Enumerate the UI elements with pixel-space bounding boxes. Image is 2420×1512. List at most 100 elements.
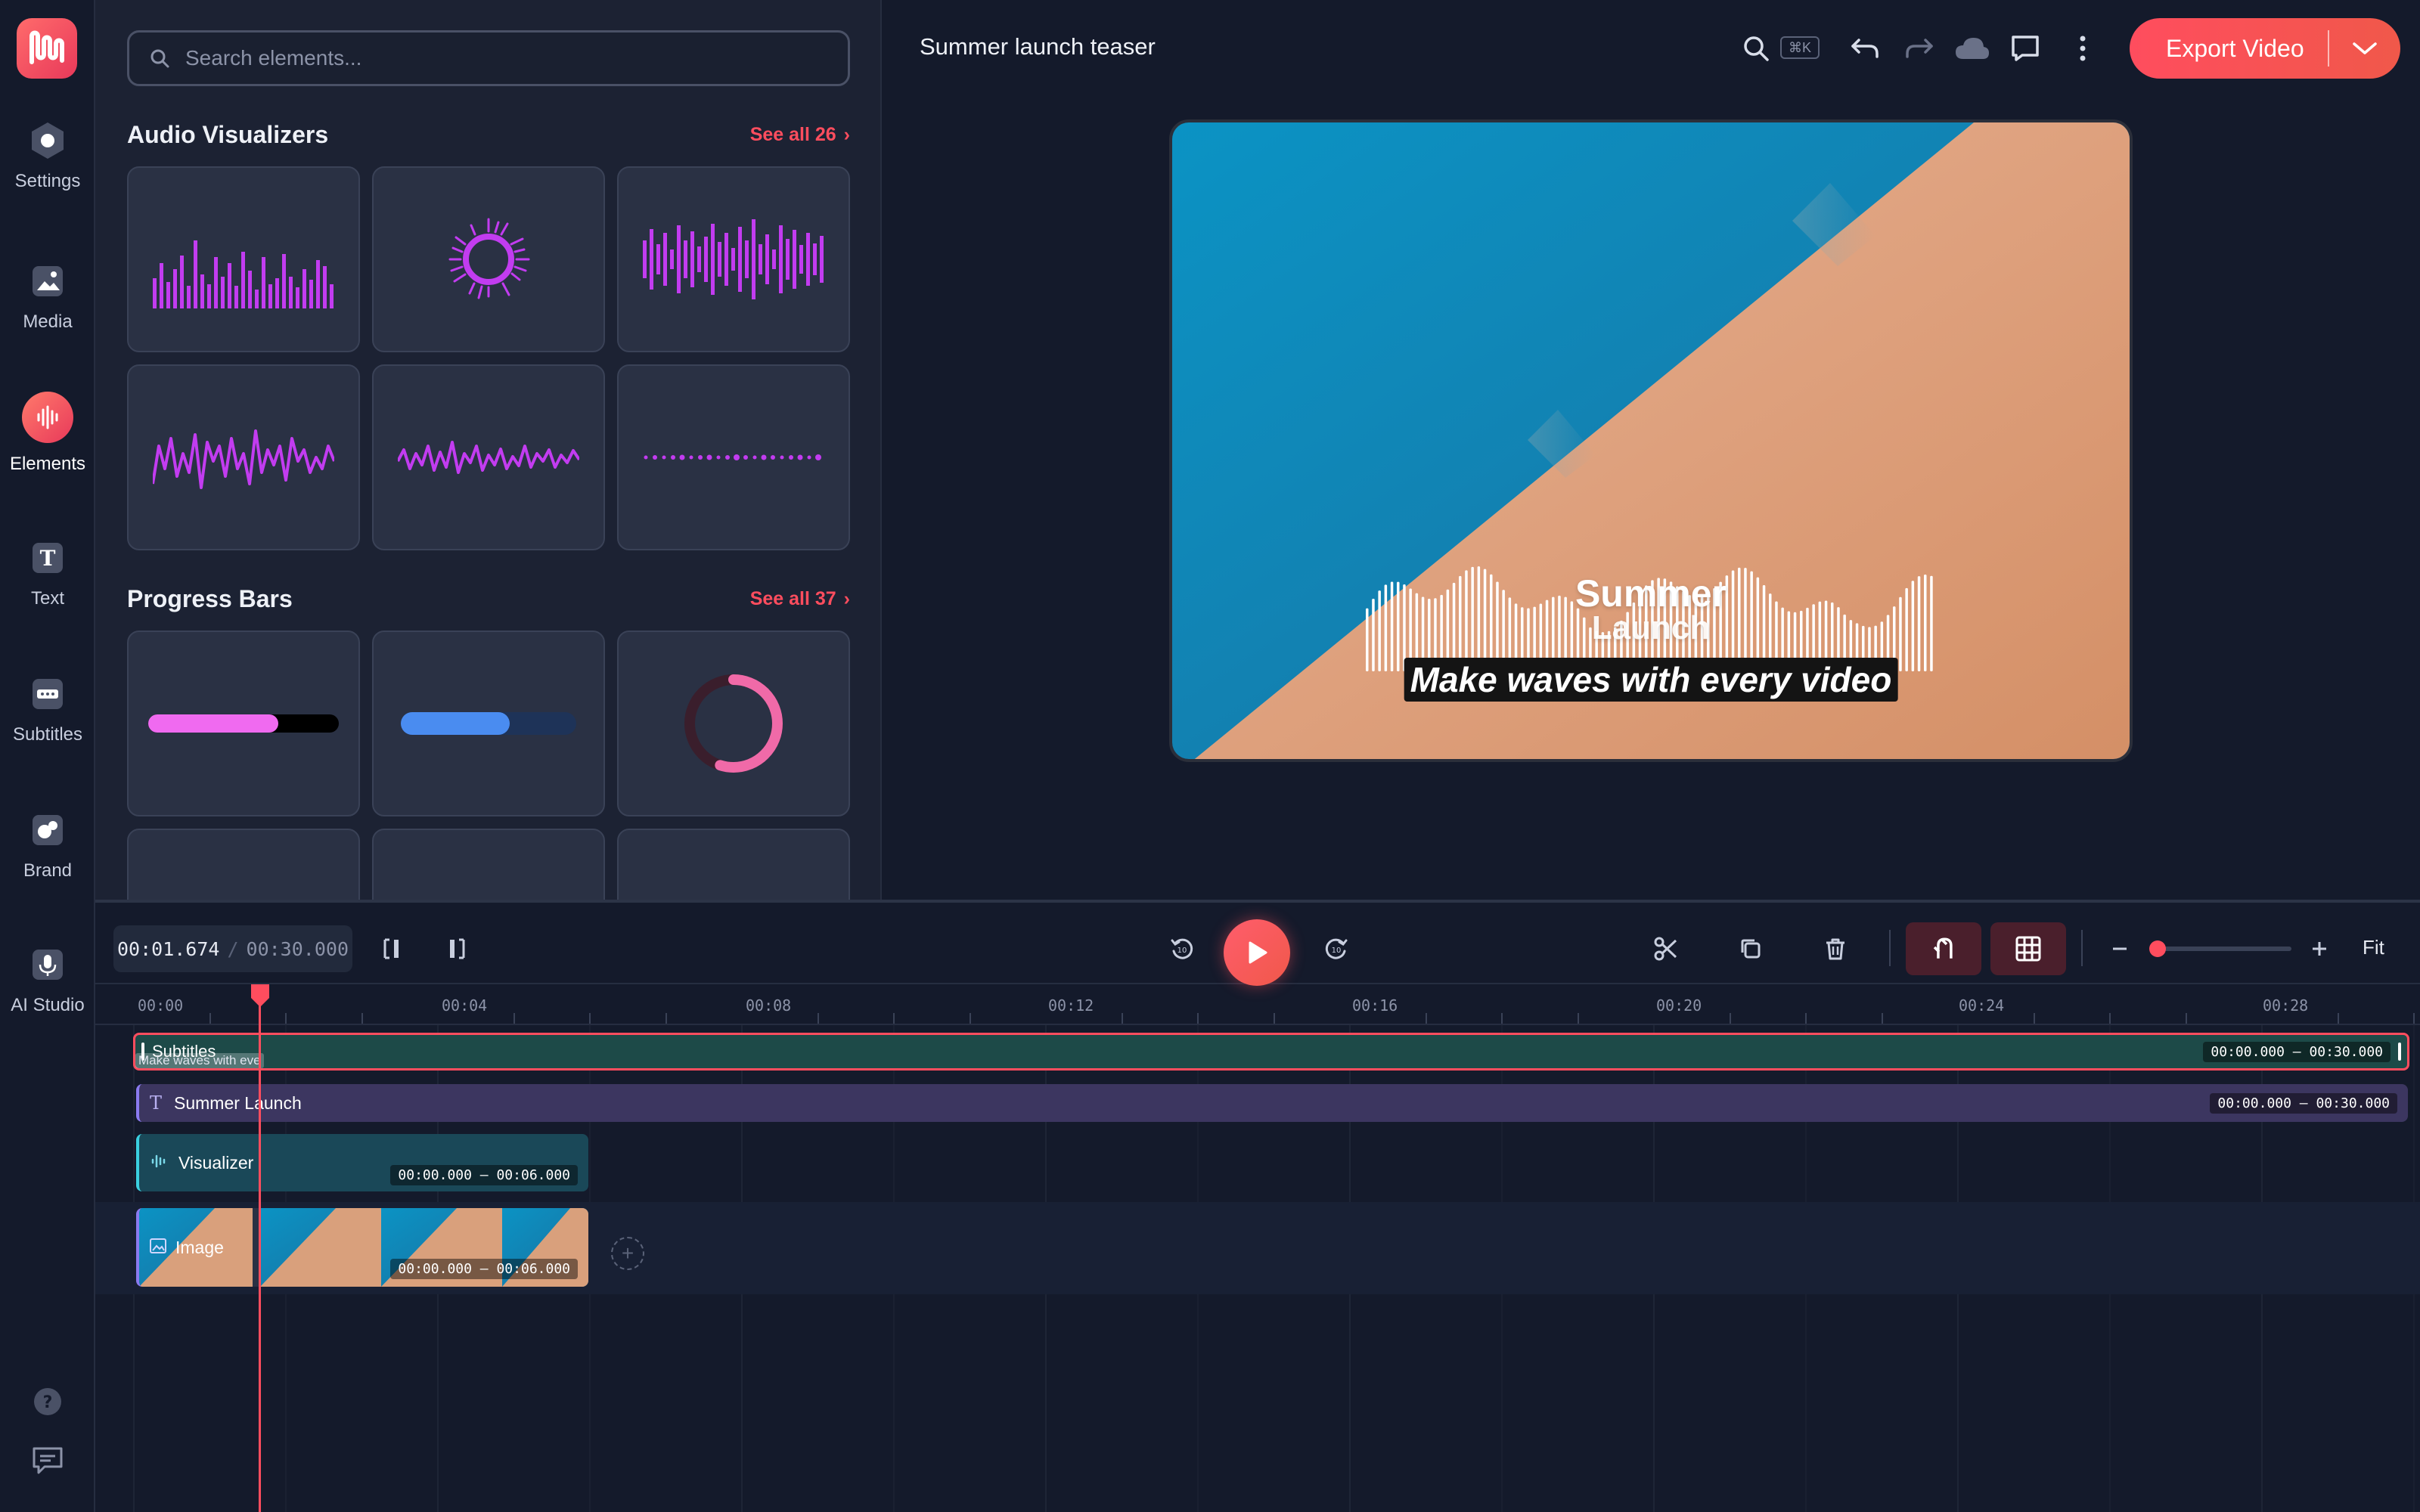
shortcut-badge: ⌘K: [1780, 36, 1820, 59]
trash-icon[interactable]: [1817, 930, 1854, 968]
ruler-tick: [1121, 1013, 1123, 1024]
zoom-slider-handle[interactable]: [2149, 940, 2166, 957]
trim-end-icon[interactable]: [437, 930, 475, 968]
hexagon-icon: [28, 121, 67, 160]
see-all-link[interactable]: See all 37 ›: [750, 588, 850, 610]
rail-item-ai-studio[interactable]: AI Studio: [0, 945, 95, 1016]
progress-tile-ring[interactable]: [617, 631, 850, 816]
section-audio-visualizers: Audio Visualizers See all 26 ›: [127, 121, 850, 149]
comment-icon[interactable]: [2007, 30, 2043, 67]
clip-handle-right[interactable]: [2398, 1043, 2401, 1061]
playhead-line[interactable]: [259, 984, 261, 1512]
grid-toggle[interactable]: [1990, 922, 2066, 975]
duplicate-icon[interactable]: [1732, 930, 1770, 968]
chevron-right-icon: ›: [843, 124, 850, 145]
add-clip-button[interactable]: +: [611, 1237, 644, 1270]
ruler-tick: [361, 1013, 363, 1024]
waveform-icon: [150, 1153, 166, 1173]
progress-tile-blue-bar[interactable]: [372, 631, 605, 816]
ruler-label: 00:16: [1352, 996, 1398, 1015]
rail-label-settings: Settings: [14, 171, 81, 191]
rail-item-subtitles[interactable]: Subtitles: [0, 674, 95, 745]
ring-progress-icon: [684, 674, 783, 773]
cloud-icon[interactable]: [1954, 30, 1990, 67]
timeline: 00:01.674 / 00:30.000 10 10 Fit 00:00 00…: [95, 900, 2420, 1512]
bars-visualizer-icon: [153, 240, 334, 308]
skip-back-icon[interactable]: 10: [1163, 930, 1201, 968]
more-options-icon[interactable]: [2065, 30, 2101, 67]
plus-icon: +: [621, 1241, 634, 1265]
elements-panel: Audio Visualizers See all 26 ›: [95, 0, 882, 900]
time-separator: /: [227, 937, 239, 960]
text-track-clip[interactable]: T Summer Launch 00:00.000 – 00:30.000: [136, 1084, 2408, 1122]
svg-text:T: T: [40, 546, 56, 571]
help-icon[interactable]: ?: [0, 1387, 95, 1417]
ruler-label: 00:28: [2263, 996, 2309, 1015]
preview-caption[interactable]: Make waves with every video: [1404, 658, 1898, 702]
svg-text:?: ?: [43, 1393, 53, 1412]
visualizer-tile-radial[interactable]: [372, 166, 605, 352]
zoom-slider-track[interactable]: [2158, 947, 2291, 951]
search-icon[interactable]: [1738, 30, 1774, 67]
preview-title-line2[interactable]: Launch: [1172, 609, 2130, 647]
image-track-clip[interactable]: Image 00:00.000 – 00:06.000: [136, 1208, 588, 1287]
ruler-tick: [589, 1013, 591, 1024]
rail-item-elements[interactable]: Elements: [0, 392, 95, 475]
export-label: Export Video: [2166, 34, 2304, 62]
svg-text:10: 10: [1177, 947, 1187, 955]
play-icon: [1249, 941, 1267, 964]
progress-tile-frame[interactable]: [372, 829, 605, 900]
magnet-snap-toggle[interactable]: [1906, 922, 1981, 975]
scissors-icon[interactable]: [1647, 930, 1685, 968]
section-title: Audio Visualizers: [127, 121, 329, 148]
ruler-tick: [2109, 1013, 2111, 1024]
zoom-out-icon[interactable]: [2101, 930, 2139, 968]
ruler-tick: [2337, 1013, 2339, 1024]
microphone-icon: [28, 945, 67, 984]
timeline-ruler[interactable]: 00:00 00:04 00:08 00:12 00:16 00:20 00:2…: [95, 986, 2420, 1025]
progress-tile-empty[interactable]: [617, 829, 850, 900]
redo-icon[interactable]: [1901, 30, 1938, 67]
waveform-icon: [22, 392, 73, 443]
visualizer-tile-wave[interactable]: [127, 364, 360, 550]
undo-icon[interactable]: [1847, 30, 1883, 67]
search-input[interactable]: [185, 46, 790, 70]
feedback-icon[interactable]: [0, 1445, 95, 1476]
image-track-label: Image: [175, 1237, 224, 1257]
export-video-button[interactable]: Export Video: [2130, 18, 2400, 79]
subtitles-track-clip[interactable]: Subtitles Make waves with eve 00:00.000 …: [133, 1033, 2409, 1070]
project-title[interactable]: Summer launch teaser: [920, 33, 1156, 60]
visualizer-tile-dots[interactable]: [617, 364, 850, 550]
progress-tile-arc[interactable]: [127, 829, 360, 900]
rail-label-text: Text: [30, 588, 64, 609]
ruler-label: 00:08: [746, 996, 792, 1015]
trim-start-icon[interactable]: [374, 930, 411, 968]
video-preview[interactable]: Summer Launch Make waves with every vide…: [1169, 119, 2133, 762]
text-t-icon: T: [28, 538, 67, 578]
see-all-link[interactable]: See all 26 ›: [750, 124, 850, 146]
ruler-tick: [1805, 1013, 1807, 1024]
mirror-bars-visualizer-icon: [643, 219, 824, 299]
progress-tile-pink-bar[interactable]: [127, 631, 360, 816]
visualizer-tile-bars[interactable]: [127, 166, 360, 352]
rail-item-settings[interactable]: Settings: [0, 121, 95, 192]
ruler-tick: [209, 1013, 211, 1024]
skip-forward-icon[interactable]: 10: [1317, 930, 1355, 968]
thin-wave-visualizer-icon: [398, 441, 579, 474]
rail-item-media[interactable]: Media: [0, 262, 95, 333]
radial-visualizer-icon: [448, 218, 530, 299]
fit-button[interactable]: Fit: [2363, 936, 2384, 959]
zoom-in-icon[interactable]: [2301, 930, 2338, 968]
ruler-tick: [2185, 1013, 2187, 1024]
app-logo[interactable]: [17, 18, 77, 79]
current-time: 00:01.674: [117, 937, 220, 960]
rail-item-brand[interactable]: Brand: [0, 810, 95, 881]
visualizer-tile-thin-wave[interactable]: [372, 364, 605, 550]
visualizer-track-clip[interactable]: Visualizer 00:00.000 – 00:06.000: [136, 1134, 588, 1191]
play-button[interactable]: [1224, 919, 1290, 986]
rail-item-text[interactable]: T Text: [0, 538, 95, 609]
blue-progress-bar-icon: [401, 712, 576, 735]
search-box[interactable]: [127, 30, 850, 86]
chevron-down-icon[interactable]: [2329, 41, 2400, 56]
visualizer-tile-mirror-bars[interactable]: [617, 166, 850, 352]
